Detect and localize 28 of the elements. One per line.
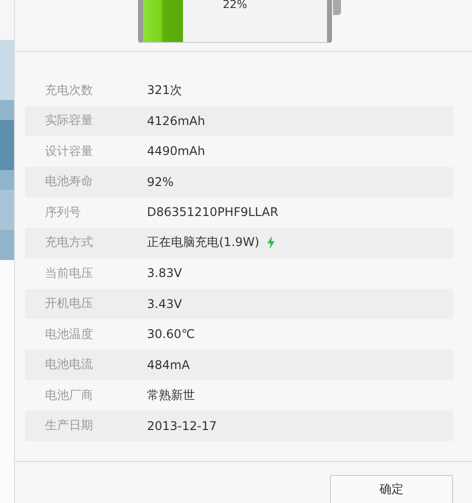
field-value: 3.43V [147, 296, 182, 311]
field-label: 开机电压 [44, 295, 94, 312]
field-label: 当前电压 [44, 264, 94, 282]
field-label: 充电方式 [44, 234, 94, 252]
confirm-button[interactable]: 确定 [330, 475, 453, 503]
field-label: 实际容量 [44, 112, 94, 130]
field-value: 4490mAh [147, 144, 206, 158]
field-value: 4126mAh [147, 114, 206, 128]
field-label: 电池电流 [44, 356, 94, 374]
field-label: 序列号 [44, 204, 82, 221]
field-value: 正在电脑充电(1.9W) [147, 234, 260, 252]
field-label: 电池厂商 [44, 386, 94, 404]
field-label: 充电次数 [44, 82, 94, 99]
field-value: 3.83V [147, 266, 182, 280]
field-label: 设计容量 [44, 142, 94, 160]
field-label: 生产日期 [44, 417, 94, 434]
battery-percent: 22% [222, 0, 248, 11]
field-value: 常熟新世 [147, 386, 195, 404]
field-label: 电池寿命 [44, 173, 94, 190]
field-label: 电池温度 [44, 326, 94, 343]
field-value: 30.60℃ [147, 327, 195, 342]
field-value: 2013-12-17 [147, 418, 217, 433]
battery-terminal [333, 0, 341, 15]
lightning-icon [267, 236, 276, 250]
field-value: 321次 [147, 82, 182, 99]
field-value: 484mA [147, 358, 190, 372]
field-value: D86351210PHF9LLAR [147, 205, 278, 220]
field-value: 92% [147, 174, 174, 189]
